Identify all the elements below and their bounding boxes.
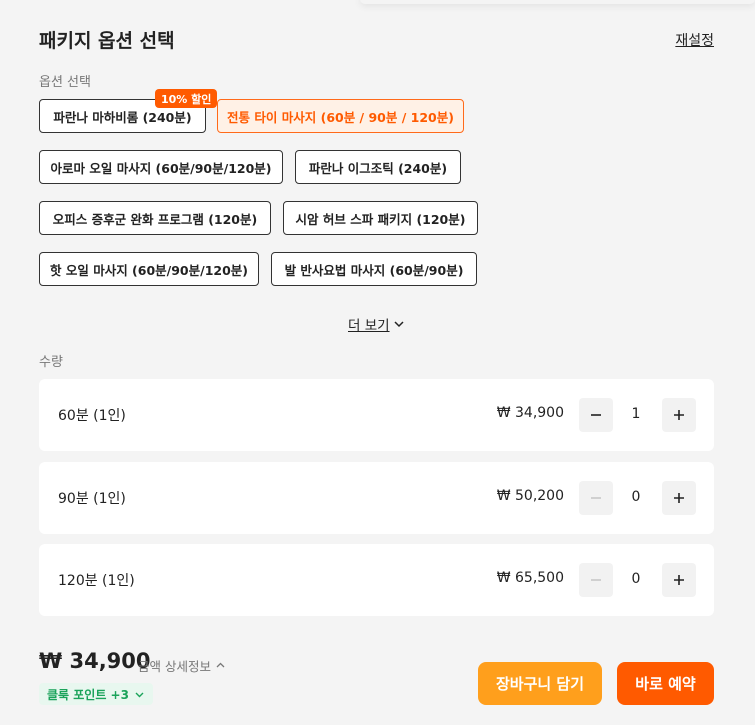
minus-icon — [591, 414, 601, 416]
quantity-label: 120분 (1인) — [58, 573, 135, 589]
package-option-panel: 패키지 옵션 선택 재설정 옵션 선택 파란나 마하비롬 (240분) 10% … — [0, 0, 755, 725]
quantity-price: ₩ 65,500 — [496, 570, 564, 586]
option-hot-oil[interactable]: 핫 오일 마사지 (60분/90분/120분) — [39, 252, 259, 286]
quantity-value: 1 — [631, 406, 641, 422]
option-label: 핫 오일 마사지 (60분/90분/120분) — [50, 262, 248, 278]
top-sheet-edge — [360, 0, 755, 4]
book-now-button[interactable]: 바로 예약 — [617, 662, 714, 705]
chevron-up-icon — [216, 662, 225, 668]
reset-button[interactable]: 재설정 — [675, 30, 714, 50]
option-paranna-exotic[interactable]: 파란나 이그조틱 (240분) — [295, 150, 461, 184]
quantity-price: ₩ 50,200 — [496, 488, 564, 504]
option-office-syndrome[interactable]: 오피스 증후군 완화 프로그램 (120분) — [39, 201, 271, 235]
points-label: 클룩 포인트 +3 — [47, 687, 129, 702]
increase-button[interactable] — [662, 398, 696, 432]
quantity-section-label: 수량 — [39, 355, 63, 370]
quantity-value: 0 — [631, 489, 641, 505]
plus-icon — [674, 493, 684, 503]
quantity-price: ₩ 34,900 — [496, 405, 564, 421]
option-label: 시암 허브 스파 패키지 (120분) — [295, 211, 466, 227]
price-detail-label: 금액 상세정보 — [138, 659, 211, 674]
quantity-label: 60분 (1인) — [58, 408, 126, 424]
quantity-row-60: 60분 (1인) ₩ 34,900 1 — [39, 379, 714, 451]
quantity-row-90: 90분 (1인) ₩ 50,200 0 — [39, 462, 714, 534]
option-label: 아로마 오일 마사지 (60분/90분/120분) — [50, 160, 272, 176]
option-foot-reflexology[interactable]: 발 반사요법 마사지 (60분/90분) — [271, 252, 477, 286]
price-detail-toggle[interactable]: 금액 상세정보 — [138, 656, 226, 675]
option-siam-herb-spa[interactable]: 시암 허브 스파 패키지 (120분) — [283, 201, 478, 235]
klook-points[interactable]: 클룩 포인트 +3 — [39, 683, 153, 705]
option-label: 파란나 이그조틱 (240분) — [308, 160, 448, 176]
quantity-value: 0 — [631, 571, 641, 587]
more-label: 더 보기 — [348, 318, 390, 334]
option-label: 파란나 마하비롬 (240분) — [53, 109, 192, 125]
option-label: 전통 타이 마사지 (60분 / 90분 / 120분) — [227, 109, 454, 125]
increase-button[interactable] — [662, 563, 696, 597]
minus-icon — [591, 497, 601, 499]
option-label: 발 반사요법 마사지 (60분/90분) — [284, 262, 464, 278]
page-title: 패키지 옵션 선택 — [39, 30, 175, 52]
discount-badge: 10% 할인 — [155, 89, 218, 108]
chevron-down-icon — [135, 692, 144, 697]
plus-icon — [674, 410, 684, 420]
decrease-button[interactable] — [579, 481, 613, 515]
quantity-label: 90분 (1인) — [58, 491, 126, 507]
decrease-button[interactable] — [579, 563, 613, 597]
minus-icon — [591, 579, 601, 581]
decrease-button[interactable] — [579, 398, 613, 432]
quantity-row-120: 120분 (1인) ₩ 65,500 0 — [39, 544, 714, 616]
more-button[interactable]: 더 보기 — [348, 314, 406, 334]
total-price: ₩ 34,900 — [39, 649, 151, 673]
option-label: 오피스 증후군 완화 프로그램 (120분) — [52, 211, 258, 227]
plus-icon — [674, 575, 684, 585]
option-aroma-oil[interactable]: 아로마 오일 마사지 (60분/90분/120분) — [39, 150, 283, 184]
increase-button[interactable] — [662, 481, 696, 515]
add-to-cart-button[interactable]: 장바구니 담기 — [478, 662, 602, 705]
options-section-label: 옵션 선택 — [39, 75, 91, 90]
chevron-down-icon — [394, 321, 404, 328]
option-thai-massage[interactable]: 전통 타이 마사지 (60분 / 90분 / 120분) — [217, 99, 464, 133]
